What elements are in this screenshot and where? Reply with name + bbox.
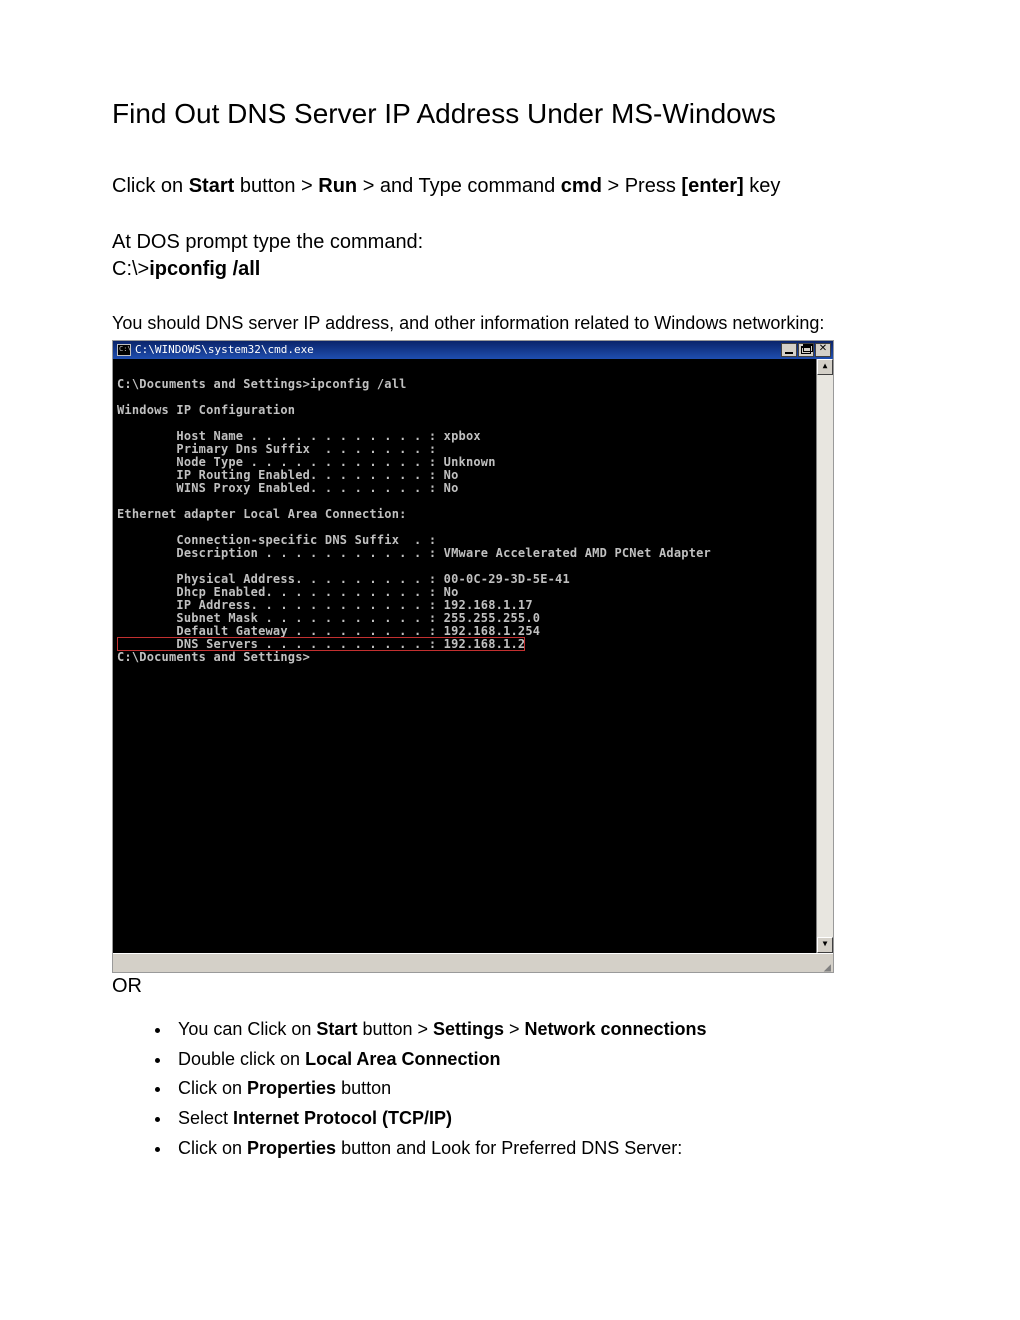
text: Click on [178,1138,247,1158]
minimize-button[interactable] [781,343,797,357]
window-title: C:\WINDOWS\system32\cmd.exe [135,343,776,356]
list-item: You can Click on Start button > Settings… [172,1016,908,1044]
cmd-window: C:\WINDOWS\system32\cmd.exe C:\Documents… [112,340,834,973]
text: Double click on [178,1049,305,1069]
or-separator: OR [112,975,908,998]
list-item: Click on Properties button [172,1075,908,1103]
text: key [744,175,781,197]
bold-start: Start [189,175,235,197]
text: Click on [112,175,189,197]
command-line: C:\>ipconfig /all [112,256,908,283]
instruction-dos: At DOS prompt type the command: [112,229,908,256]
bold-text: Local Area Connection [305,1049,500,1069]
text: > [504,1019,525,1039]
text: > Press [602,175,681,197]
cmd-client-area: C:\Documents and Settings>ipconfig /all … [113,359,833,953]
ipconfig-command: ipconfig /all [149,258,260,280]
close-button[interactable] [815,343,831,357]
text: You can Click on [178,1019,316,1039]
text: button and Look for Preferred DNS Server… [336,1138,682,1158]
bold-text: Internet Protocol (TCP/IP) [233,1108,452,1128]
output-top: C:\Documents and Settings>ipconfig /all … [117,377,711,638]
instruction-run: Click on Start button > Run > and Type c… [112,172,908,201]
scroll-track[interactable] [817,375,833,937]
bold-text: Network connections [525,1019,707,1039]
prompt-prefix: C:\> [112,258,149,280]
terminal-output[interactable]: C:\Documents and Settings>ipconfig /all … [113,359,816,953]
scroll-down-button[interactable]: ▼ [817,937,833,953]
text: Click on [178,1078,247,1098]
bold-run: Run [318,175,357,197]
text: > and Type command [357,175,561,197]
document-page: Find Out DNS Server IP Address Under MS-… [0,0,1020,1320]
titlebar: C:\WINDOWS\system32\cmd.exe [113,341,833,359]
vertical-scrollbar[interactable]: ▲ ▼ [816,359,833,953]
text: button [336,1078,391,1098]
page-title: Find Out DNS Server IP Address Under MS-… [112,96,908,132]
bold-text: Properties [247,1138,336,1158]
instruction-result: You should DNS server IP address, and ot… [112,311,908,335]
bold-cmd: cmd [561,175,602,197]
alternative-steps: You can Click on Start button > Settings… [112,1016,908,1163]
bold-enter: [enter] [681,175,743,197]
scroll-up-button[interactable]: ▲ [817,359,833,375]
bold-text: Properties [247,1078,336,1098]
text: button > [234,175,318,197]
window-controls [780,343,831,357]
bold-text: Start [316,1019,357,1039]
text: button > [357,1019,433,1039]
dns-highlight: DNS Servers . . . . . . . . . . . : 192.… [117,637,525,651]
list-item: Double click on Local Area Connection [172,1046,908,1074]
status-bar [113,953,833,972]
output-bottom: C:\Documents and Settings> [117,650,310,664]
list-item: Select Internet Protocol (TCP/IP) [172,1105,908,1133]
cmd-icon [117,344,131,356]
bold-text: Settings [433,1019,504,1039]
list-item: Click on Properties button and Look for … [172,1135,908,1163]
text: Select [178,1108,233,1128]
restore-button[interactable] [798,343,814,357]
